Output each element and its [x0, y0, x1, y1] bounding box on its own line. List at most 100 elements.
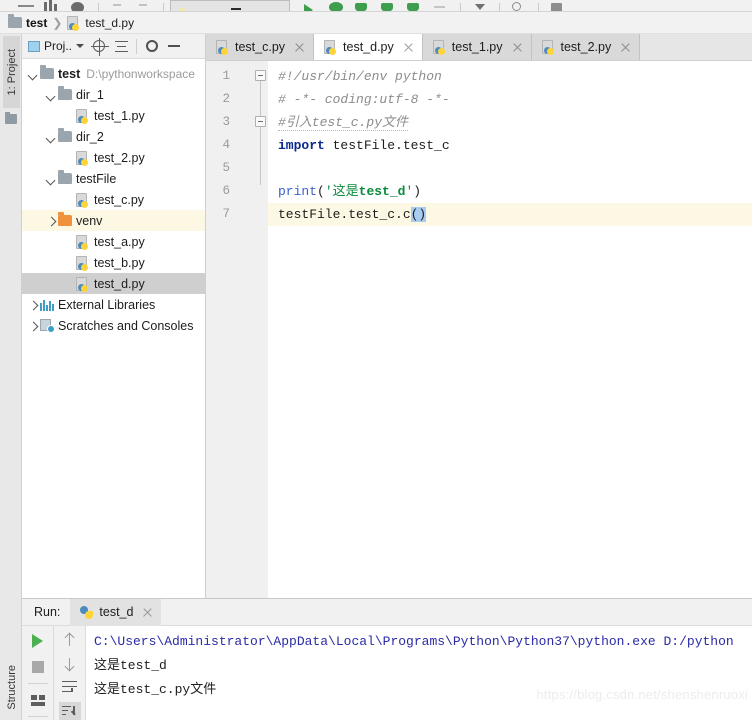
project-tree[interactable]: test D:\pythonworkspace dir_1 test_1.py dir_…	[22, 59, 205, 336]
tree-item-label: testFile	[76, 171, 117, 186]
tree-item-scratches-and-consoles[interactable]: Scratches and Consoles	[22, 315, 205, 336]
code-line-5[interactable]	[268, 157, 752, 180]
editor-tab-test-d-py[interactable]: test_d.py	[314, 34, 423, 60]
code-line-4[interactable]: import testFile.test_c	[268, 134, 752, 157]
code-line-3[interactable]: #引入test_c.py文件	[268, 111, 752, 134]
tree-item-label: test_1.py	[94, 108, 145, 123]
code-token: import	[278, 138, 325, 153]
editor-tab-label: test_d.py	[343, 40, 394, 54]
tree-item-venv[interactable]: venv	[22, 210, 205, 231]
project-panel-toolbar: Proj..	[22, 34, 205, 59]
code-folding-column[interactable]	[254, 65, 268, 598]
soft-wrap-button[interactable]	[59, 679, 81, 697]
fold-marker-line-3[interactable]	[255, 116, 266, 127]
search-icon[interactable]	[506, 0, 532, 11]
project-view-selector[interactable]: Proj..	[26, 39, 86, 53]
profile-icon[interactable]	[376, 0, 402, 11]
scroll-to-end-button[interactable]	[58, 702, 81, 720]
editor-area: test_c.py test_d.py test_1.py test_2.py 123…	[206, 34, 752, 598]
forward-icon[interactable]	[131, 0, 157, 11]
editor-tab-test-c-py[interactable]: test_c.py	[206, 34, 315, 60]
tree-item-test[interactable]: test D:\pythonworkspace	[22, 63, 205, 84]
scroll-down-button[interactable]	[59, 655, 81, 673]
close-icon[interactable]	[403, 42, 414, 53]
scratch-icon	[40, 319, 55, 333]
collapse-all-icon[interactable]	[112, 37, 130, 55]
breadcrumb-project[interactable]: test	[8, 14, 47, 30]
stop-icon[interactable]	[428, 0, 454, 11]
watermark-text: https://blog.csdn.net/shenshenruoxi	[536, 687, 748, 702]
console-output[interactable]: C:\Users\Administrator\AppData\Local\Pro…	[86, 626, 752, 720]
folder-icon	[40, 65, 54, 79]
chevron-right-icon[interactable]	[44, 214, 58, 228]
code-content[interactable]: #!/usr/bin/env python # -*- coding:utf-8 …	[268, 61, 752, 598]
chevron-down-icon[interactable]	[44, 88, 58, 102]
code-line-7[interactable]: testFile.test_c.c()	[268, 203, 752, 226]
tree-item-external-libraries[interactable]: External Libraries	[22, 294, 205, 315]
close-icon[interactable]	[620, 42, 631, 53]
tool-window-structure-label: Structure	[5, 664, 18, 710]
code-line-6[interactable]: print('这是test_d')	[268, 180, 752, 203]
editor-tab-test-2-py[interactable]: test_2.py	[531, 34, 641, 60]
structure-folder-icon[interactable]	[5, 112, 17, 124]
editor-tab-label: test_c.py	[235, 40, 286, 54]
tree-item-dir-1[interactable]: dir_1	[22, 84, 205, 105]
layout-button[interactable]	[27, 690, 49, 710]
back-icon[interactable]	[105, 0, 131, 11]
close-icon[interactable]	[294, 42, 305, 53]
hide-panel-icon[interactable]	[165, 37, 183, 55]
breadcrumb-file[interactable]: test_d.py	[67, 15, 134, 31]
settings-gear-icon[interactable]	[143, 37, 161, 55]
tree-item-test-2-py[interactable]: test_2.py	[22, 147, 205, 168]
menu-icon[interactable]	[14, 0, 40, 11]
tree-item-test-1-py[interactable]: test_1.py	[22, 105, 205, 126]
chevron-right-icon[interactable]	[26, 319, 40, 333]
tree-item-label: test_d.py	[94, 276, 145, 291]
scroll-up-button[interactable]	[59, 631, 81, 649]
chevron-down-icon[interactable]	[44, 172, 58, 186]
tree-item-label: test_b.py	[94, 255, 145, 270]
debug-icon[interactable]	[324, 0, 350, 11]
close-icon[interactable]	[512, 42, 523, 53]
stop-button[interactable]	[27, 657, 49, 677]
tool-window-structure-tab[interactable]: Structure	[3, 656, 20, 718]
left-tool-window-bar: 1: Project Structure	[0, 34, 22, 720]
code-line-1[interactable]: #!/usr/bin/env python	[268, 65, 752, 88]
tree-item-test-d-py[interactable]: test_d.py	[22, 273, 205, 294]
tool-window-project-tab[interactable]: 1: Project	[3, 36, 20, 108]
editor-tab-label: test_2.py	[560, 40, 612, 54]
attach-icon[interactable]	[402, 0, 428, 11]
coverage-icon[interactable]	[350, 0, 376, 11]
tree-item-label: test_c.py	[94, 192, 145, 207]
run-tab-test-d[interactable]: test_d	[70, 598, 162, 626]
run-icon[interactable]	[298, 0, 324, 11]
save-icon[interactable]	[545, 0, 571, 11]
code-line-2[interactable]: # -*- coding:utf-8 -*-	[268, 88, 752, 111]
rerun-button[interactable]	[27, 631, 49, 651]
python-file-icon	[67, 15, 81, 31]
run-panel-body: C:\Users\Administrator\AppData\Local\Pro…	[22, 626, 752, 720]
locate-icon[interactable]	[90, 37, 110, 56]
globe-icon[interactable]	[66, 0, 92, 11]
run-configuration-selector[interactable]	[170, 0, 290, 11]
chevron-right-icon[interactable]	[26, 298, 40, 312]
tree-item-test-a-py[interactable]: test_a.py	[22, 231, 205, 252]
console-actions-toolbar	[54, 626, 86, 720]
tree-item-test-b-py[interactable]: test_b.py	[22, 252, 205, 273]
run-panel-header: Run: test_d	[22, 598, 752, 626]
python-file-icon	[541, 40, 556, 55]
code-editor[interactable]: 1234567 #!/usr/bin/env python # -*- codin…	[206, 61, 752, 598]
tree-item-testfile[interactable]: testFile	[22, 168, 205, 189]
fold-marker-line-1[interactable]	[255, 70, 266, 81]
close-icon[interactable]	[142, 607, 153, 618]
tree-item-test-c-py[interactable]: test_c.py	[22, 189, 205, 210]
tree-item-dir-2[interactable]: dir_2	[22, 126, 205, 147]
chart-icon[interactable]	[40, 0, 66, 11]
dropdown-icon[interactable]	[467, 0, 493, 11]
chevron-down-icon[interactable]	[44, 130, 58, 144]
toolbar-divider	[136, 38, 138, 54]
editor-tab-test-1-py[interactable]: test_1.py	[422, 34, 532, 60]
python-file-icon	[76, 150, 90, 166]
chevron-down-icon[interactable]	[26, 67, 40, 81]
